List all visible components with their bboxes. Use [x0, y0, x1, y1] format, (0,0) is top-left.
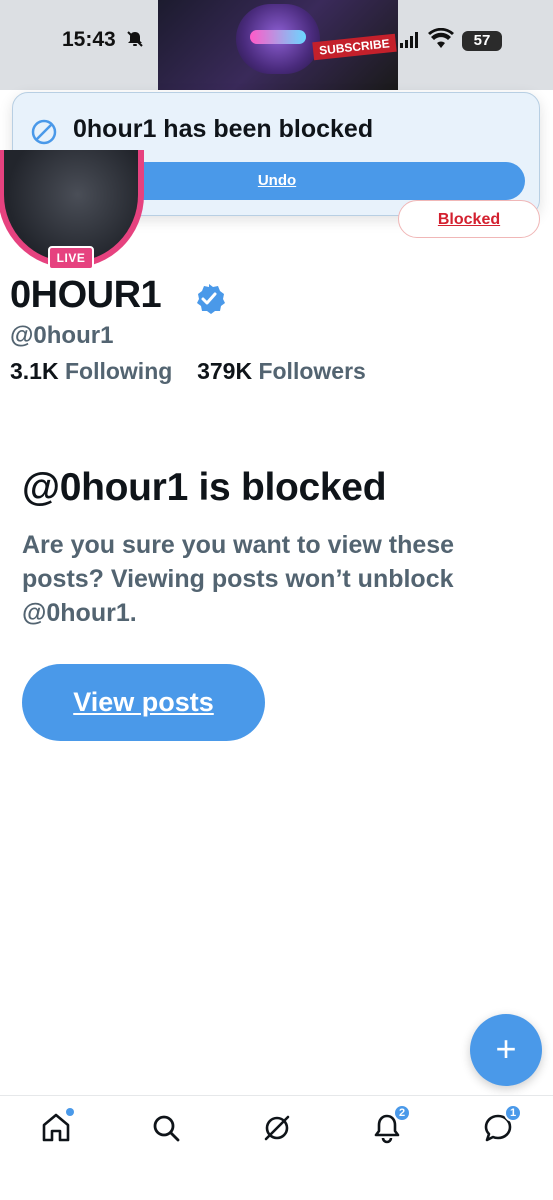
live-badge[interactable]: LIVE: [48, 246, 94, 270]
display-name: 0HOUR1: [10, 274, 162, 316]
grok-icon: [264, 1115, 290, 1141]
nav-messages[interactable]: 1: [480, 1104, 522, 1146]
plus-icon: +: [495, 1028, 517, 1069]
battery-icon: 57: [462, 31, 502, 51]
bottom-nav: 2 1: [0, 1095, 553, 1200]
follow-stats: 3.1K Following 379K Followers: [10, 358, 366, 385]
messages-badge: 1: [504, 1104, 522, 1122]
followers-link[interactable]: 379K Followers: [197, 358, 366, 384]
nav-home[interactable]: [38, 1108, 74, 1146]
signal-icon: [400, 32, 418, 48]
silent-icon: [126, 30, 144, 53]
compose-button[interactable]: +: [470, 1014, 542, 1086]
handle: @0hour1: [10, 322, 114, 349]
notifications-badge: 2: [393, 1104, 411, 1122]
blocked-button[interactable]: Blocked: [398, 200, 540, 238]
blocked-description: Are you sure you want to view these post…: [22, 531, 455, 627]
wifi-icon: [428, 27, 454, 50]
followers-count: 379K: [197, 358, 253, 384]
following-link[interactable]: 3.1K Following: [10, 358, 179, 384]
followers-label: Followers: [258, 358, 366, 384]
following-count: 3.1K: [10, 358, 59, 384]
blocked-icon: [31, 119, 57, 145]
nav-notifications[interactable]: 2: [369, 1104, 411, 1146]
verified-badge-icon[interactable]: [193, 283, 225, 315]
nav-search[interactable]: [148, 1110, 184, 1146]
nav-grok[interactable]: [259, 1110, 295, 1146]
view-posts-button[interactable]: View posts: [22, 664, 265, 741]
status-time: 15:43: [62, 28, 116, 51]
toast-message: 0hour1 has been blocked: [73, 115, 374, 143]
status-bar: 15:43 57: [0, 22, 553, 62]
home-unread-dot: [66, 1108, 74, 1116]
avatar-container[interactable]: LIVE: [0, 150, 148, 270]
blocked-title: @0hour1 is blocked: [22, 466, 387, 509]
following-label: Following: [64, 358, 173, 384]
search-icon: [153, 1115, 180, 1142]
